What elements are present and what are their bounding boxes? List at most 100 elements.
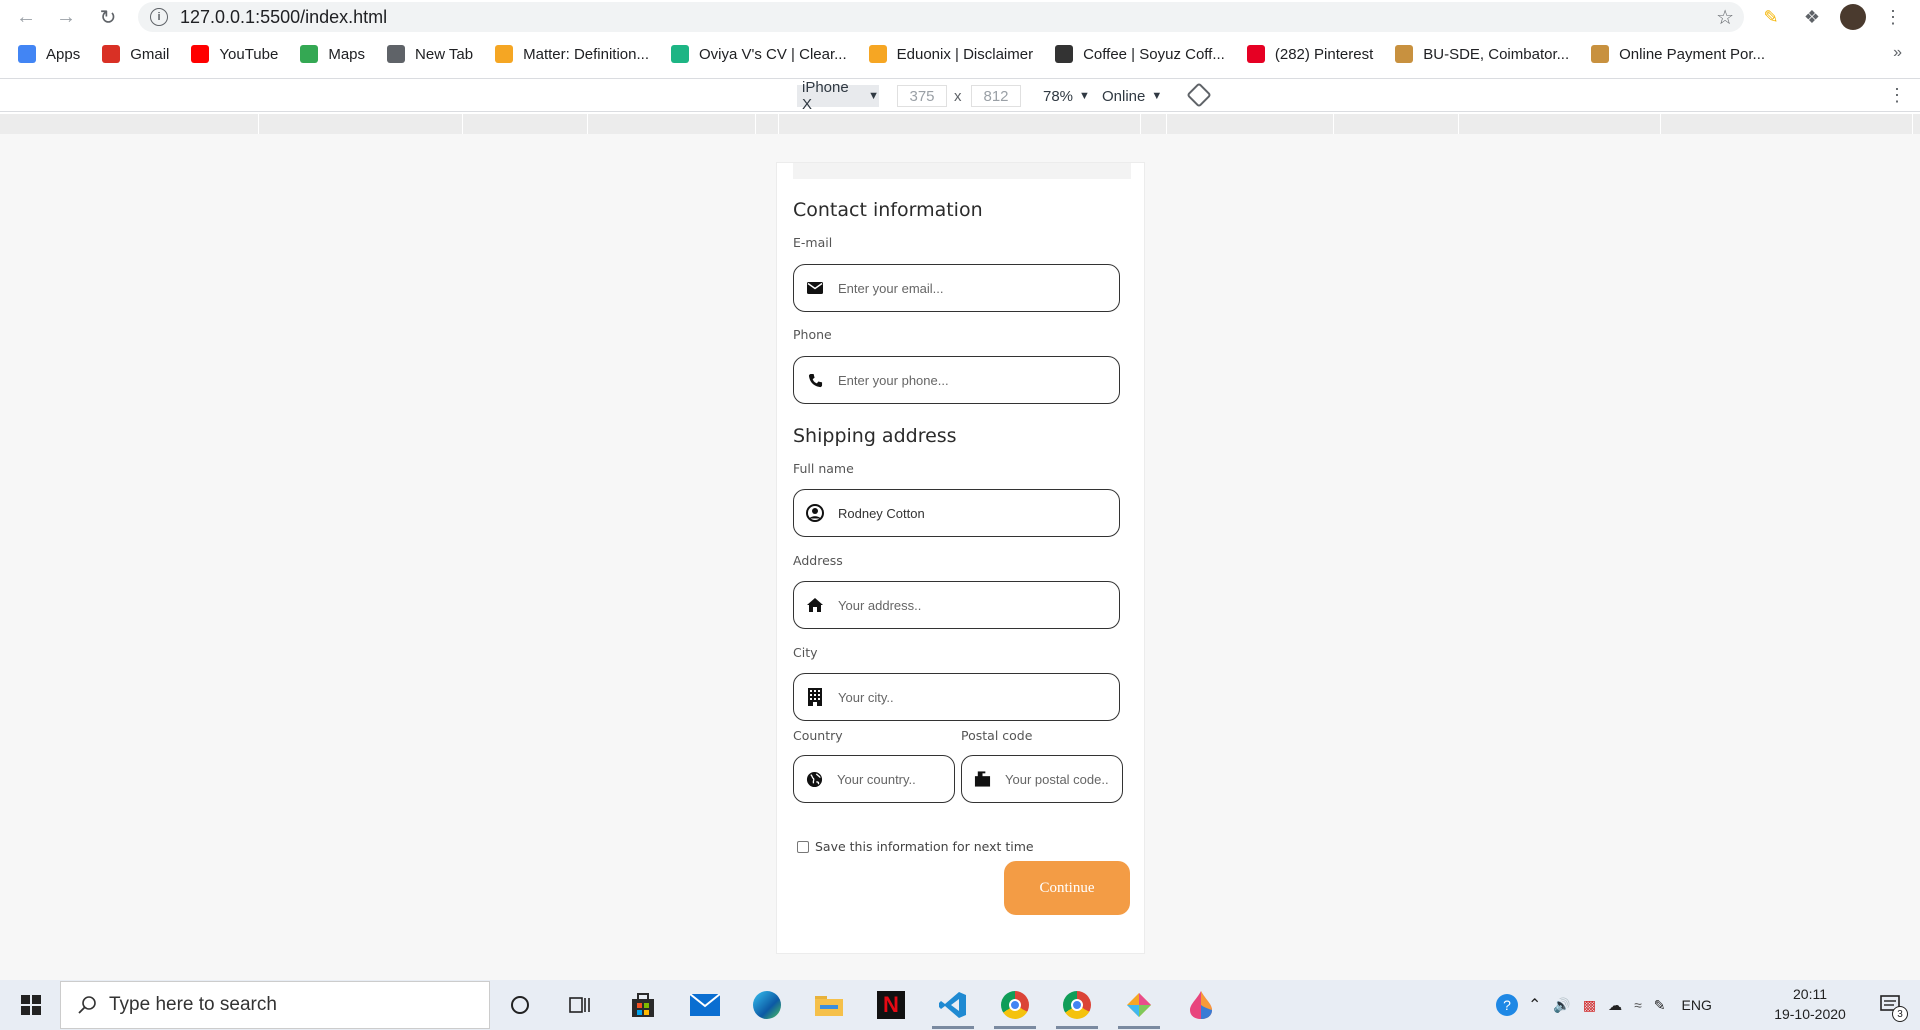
task-view-icon[interactable] — [555, 980, 605, 1030]
bookmark-label: Eduonix | Disclaimer — [896, 45, 1034, 63]
fullname-input[interactable] — [838, 505, 1105, 521]
postal-input[interactable] — [1005, 771, 1122, 787]
bookmark-item[interactable]: New Tab — [387, 45, 473, 63]
matter-icon — [495, 45, 514, 63]
netflix-icon[interactable]: N — [866, 980, 916, 1030]
taskbar-search-placeholder: Type here to search — [109, 994, 277, 1015]
building-icon — [806, 688, 824, 706]
city-field[interactable] — [793, 673, 1120, 721]
reload-button[interactable]: ↻ — [88, 0, 128, 34]
shipping-section-title: Shipping address — [793, 425, 957, 447]
clock[interactable]: 20:11 19-10-2020 — [1758, 984, 1862, 1024]
vscode-icon[interactable] — [928, 980, 978, 1030]
windows-taskbar: Type here to search N ? ⌃ 🔊 ▩ ☁ ≈ ✎ ENG … — [0, 980, 1920, 1030]
bookmark-item[interactable]: BU-SDE, Coimbator... — [1395, 45, 1569, 63]
address-label: Address — [793, 553, 843, 568]
save-info-checkbox[interactable] — [797, 840, 809, 853]
onedrive-cloud-icon[interactable]: ☁ — [1608, 997, 1622, 1014]
person-icon — [1395, 45, 1414, 63]
language-indicator[interactable]: ENG — [1682, 997, 1712, 1013]
globe-icon — [387, 45, 406, 63]
country-field[interactable] — [793, 755, 955, 803]
mail-icon[interactable] — [680, 980, 730, 1030]
back-button[interactable]: ← — [6, 0, 46, 34]
fullname-field[interactable] — [793, 489, 1120, 537]
address-field[interactable] — [793, 581, 1120, 629]
country-input[interactable] — [837, 771, 954, 787]
save-info-row[interactable]: Save this information for next time — [797, 839, 1034, 854]
mobile-viewport: Contact information E-mail Phone Shippin… — [776, 162, 1145, 954]
viewport-canvas: Contact information E-mail Phone Shippin… — [0, 134, 1920, 980]
mailbox-icon — [974, 770, 991, 788]
volume-icon[interactable]: 🔊 — [1553, 997, 1570, 1014]
bookmark-item[interactable]: Gmail — [102, 45, 169, 63]
bookmark-label: Matter: Definition... — [523, 45, 649, 63]
snip-sketch-icon[interactable] — [1114, 980, 1164, 1030]
continue-button[interactable]: Continue — [1004, 861, 1130, 915]
bookmark-label: Apps — [46, 45, 81, 63]
coffee-icon — [1055, 45, 1074, 63]
phone-input[interactable] — [838, 372, 1105, 388]
windows-logo-icon — [21, 995, 41, 1015]
chrome-profile-icon[interactable] — [1052, 980, 1102, 1030]
width-input[interactable]: 375 — [897, 85, 947, 107]
postal-field[interactable] — [961, 755, 1123, 803]
bookmark-label: (282) Pinterest — [1274, 45, 1374, 63]
address-input[interactable] — [838, 597, 1105, 613]
site-info-icon[interactable]: i — [150, 8, 168, 26]
bookmarks-overflow-button[interactable]: » — [1893, 44, 1902, 62]
start-button[interactable] — [8, 980, 54, 1030]
chrome-icon[interactable] — [990, 980, 1040, 1030]
store-icon[interactable] — [618, 980, 668, 1030]
bookmark-item[interactable]: Online Payment Por... — [1591, 45, 1765, 63]
clock-date: 19-10-2020 — [1774, 1006, 1846, 1022]
system-tray: ? ⌃ 🔊 ▩ ☁ ≈ ✎ ENG — [1496, 980, 1712, 1030]
height-input[interactable]: 812 — [971, 85, 1021, 107]
bookmark-item[interactable]: YouTube — [191, 45, 278, 63]
bookmark-item[interactable]: Oviya V's CV | Clear... — [671, 45, 847, 63]
more-options-icon[interactable]: ⋮ — [1888, 85, 1906, 106]
bookmark-label: New Tab — [415, 45, 474, 63]
device-select[interactable]: iPhone X ▼ — [797, 79, 879, 113]
zoom-value: 78% — [1043, 87, 1074, 105]
email-input[interactable] — [838, 280, 1105, 296]
bookmark-item[interactable]: Maps — [300, 45, 365, 63]
notification-center-icon[interactable]: 3 — [1866, 980, 1916, 1030]
contact-section-title: Contact information — [793, 199, 983, 221]
wifi-icon[interactable]: ≈ — [1634, 997, 1642, 1013]
city-input[interactable] — [838, 689, 1105, 705]
edge-icon[interactable] — [742, 980, 792, 1030]
bookmark-item[interactable]: Coffee | Soyuz Coff... — [1055, 45, 1225, 63]
bookmark-star-icon[interactable]: ☆ — [1716, 5, 1734, 30]
rotate-icon[interactable] — [1186, 82, 1212, 108]
bookmark-label: Coffee | Soyuz Coff... — [1083, 45, 1225, 63]
file-explorer-icon[interactable] — [804, 980, 854, 1030]
profile-avatar[interactable] — [1838, 2, 1868, 32]
email-field[interactable] — [793, 264, 1120, 312]
postal-label: Postal code — [961, 728, 1033, 743]
phone-field[interactable] — [793, 356, 1120, 404]
bookmark-item[interactable]: Eduonix | Disclaimer — [868, 45, 1034, 63]
cortana-icon[interactable] — [495, 980, 545, 1030]
bookmark-item[interactable]: (282) Pinterest — [1246, 45, 1374, 63]
phone-label: Phone — [793, 327, 832, 342]
address-bar[interactable]: i 127.0.0.1:5500/index.html ☆ — [138, 2, 1744, 32]
gift-icon[interactable]: ▩ — [1583, 997, 1596, 1014]
chevron-up-icon[interactable]: ⌃ — [1528, 995, 1541, 1015]
help-icon[interactable]: ? — [1496, 994, 1518, 1016]
clock-time: 20:11 — [1793, 986, 1827, 1002]
taskbar-search[interactable]: Type here to search — [60, 981, 490, 1029]
browser-menu-icon[interactable]: ⋮ — [1878, 2, 1908, 32]
apps-grid-icon — [18, 45, 36, 63]
forward-button[interactable]: → — [46, 0, 86, 34]
zoom-select[interactable]: 78% ▼ — [1043, 85, 1090, 107]
bookmark-label: Oviya V's CV | Clear... — [699, 45, 847, 63]
paint-drop-icon[interactable] — [1176, 980, 1226, 1030]
chevron-down-icon: ▼ — [1079, 90, 1090, 102]
bookmark-item[interactable]: Matter: Definition... — [495, 45, 649, 63]
extensions-puzzle-icon[interactable]: ❖ — [1797, 2, 1827, 32]
pen-icon[interactable]: ✎ — [1654, 997, 1666, 1014]
extension-pencil-icon[interactable]: ✎ — [1756, 2, 1786, 32]
bookmark-item[interactable]: Apps — [18, 45, 80, 63]
throttle-select[interactable]: Online ▼ — [1102, 85, 1162, 107]
